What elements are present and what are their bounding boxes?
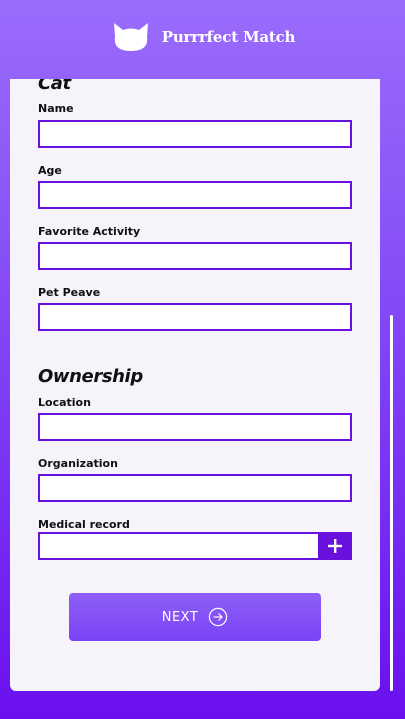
next-button-label: NEXT: [161, 609, 199, 625]
section-title-ownership: Ownership: [38, 366, 143, 387]
favorite-activity-input[interactable]: [38, 242, 352, 270]
label-location: Location: [38, 396, 91, 409]
app-header: Purrrfect Match: [0, 0, 405, 79]
add-medical-record-button[interactable]: [318, 532, 352, 560]
section-title-cat: Cat: [38, 79, 71, 94]
location-input[interactable]: [38, 413, 352, 441]
scrollbar[interactable]: [390, 315, 393, 691]
label-age: Age: [38, 164, 62, 177]
cat-head-icon: [113, 22, 148, 51]
label-organization: Organization: [38, 457, 118, 470]
medical-record-input[interactable]: [38, 532, 320, 560]
age-input[interactable]: [38, 181, 352, 209]
arrow-right-circle-icon: [209, 607, 228, 627]
plus-icon: [328, 539, 342, 553]
brand-name: Purrrfect Match: [161, 27, 296, 46]
pet-peave-input[interactable]: [38, 303, 352, 331]
label-pet-peave: Pet Peave: [38, 286, 101, 299]
next-button[interactable]: NEXT: [69, 593, 321, 641]
form-card: Cat Name Age Favorite Activity Pet Peave…: [10, 79, 380, 691]
label-favorite-activity: Favorite Activity: [38, 225, 141, 238]
organization-input[interactable]: [38, 474, 352, 502]
label-name: Name: [38, 102, 74, 115]
name-input[interactable]: [38, 120, 352, 148]
label-medical-record: Medical record: [38, 518, 130, 531]
